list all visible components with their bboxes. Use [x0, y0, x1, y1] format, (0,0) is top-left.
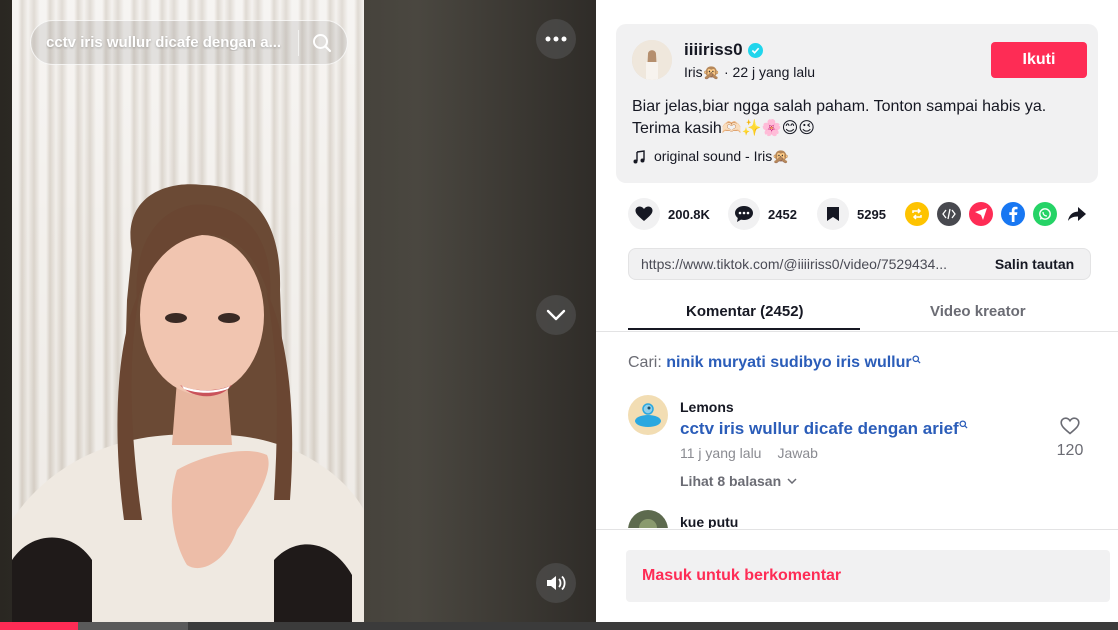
- search-suggestion[interactable]: Cari: ninik muryati sudibyo iris wullur: [628, 354, 921, 372]
- reply-button[interactable]: Jawab: [777, 445, 817, 461]
- video-frame[interactable]: [12, 0, 364, 622]
- comment-item: Lemons cctv iris wullur dicafe dengan ar…: [628, 395, 1098, 495]
- comment-like-count: 120: [1056, 442, 1084, 459]
- verified-badge-icon: [747, 42, 763, 58]
- heart-icon[interactable]: [628, 198, 660, 230]
- comment-item: kue putu: [628, 510, 1098, 528]
- video-link-box: https://www.tiktok.com/@iiiiriss0/video/…: [628, 248, 1091, 280]
- video-progress-bar[interactable]: [0, 622, 1118, 630]
- author-username-row[interactable]: iiiiriss0: [684, 40, 763, 60]
- more-icon: [545, 36, 567, 42]
- comment-count: 2452: [768, 206, 797, 222]
- video-search-bar[interactable]: cctv iris wullur dicafe dengan a...: [30, 20, 348, 65]
- author-info-card: iiiiriss0 Iris🙊 · 22 j yang lalu Ikuti B…: [616, 24, 1098, 183]
- comment-footer: Masuk untuk berkomentar: [596, 529, 1118, 622]
- facebook-icon[interactable]: [1001, 202, 1025, 226]
- comment-username[interactable]: kue putu: [680, 514, 738, 528]
- chevron-down-icon: [546, 309, 566, 321]
- save-button[interactable]: 5295: [817, 198, 886, 230]
- comment-like-button[interactable]: 120: [1050, 417, 1090, 460]
- video-url[interactable]: https://www.tiktok.com/@iiiiriss0/video/…: [629, 256, 979, 272]
- search-icon[interactable]: [299, 20, 345, 65]
- video-person-image: [12, 184, 364, 622]
- bookmark-icon[interactable]: [817, 198, 849, 230]
- sound-link[interactable]: original sound - Iris🙊: [632, 148, 790, 165]
- whatsapp-icon[interactable]: [1033, 202, 1057, 226]
- heart-outline-icon[interactable]: [1060, 417, 1080, 435]
- video-search-query[interactable]: cctv iris wullur dicafe dengan a...: [46, 34, 294, 51]
- comment-bubble-icon[interactable]: [728, 198, 760, 230]
- copy-link-button[interactable]: Salin tautan: [979, 256, 1090, 272]
- author-username[interactable]: iiiiriss0: [684, 40, 743, 60]
- send-icon[interactable]: [969, 202, 993, 226]
- active-tab-underline: [628, 328, 860, 330]
- search-suggestion-query[interactable]: ninik muryati sudibyo iris wullur: [666, 354, 911, 371]
- details-panel: iiiiriss0 Iris🙊 · 22 j yang lalu Ikuti B…: [596, 0, 1118, 622]
- post-caption: Biar jelas,biar ngga salah paham. Tonton…: [632, 98, 1047, 137]
- search-icon[interactable]: [912, 355, 921, 364]
- save-count: 5295: [857, 206, 886, 222]
- author-display-name: Iris🙊: [684, 64, 721, 80]
- like-count: 200.8K: [668, 206, 710, 222]
- dot-separator: ·: [723, 64, 733, 80]
- chevron-down-icon: [787, 478, 797, 484]
- comment-text-link[interactable]: cctv iris wullur dicafe dengan arief: [680, 419, 959, 438]
- avatar[interactable]: [628, 395, 668, 435]
- comment-text[interactable]: cctv iris wullur dicafe dengan arief: [680, 419, 968, 439]
- repost-icon[interactable]: [905, 202, 929, 226]
- embed-icon[interactable]: [937, 202, 961, 226]
- post-time: 22 j yang lalu: [732, 64, 816, 80]
- volume-icon: [547, 575, 566, 591]
- sound-name[interactable]: original sound - Iris🙊: [654, 148, 790, 165]
- comment-button[interactable]: 2452: [728, 198, 797, 230]
- author-subline: Iris🙊 · 22 j yang lalu: [684, 64, 815, 81]
- more-options-button[interactable]: [536, 19, 576, 59]
- comment-meta: 11 j yang lalu Jawab: [680, 445, 818, 461]
- progress-buffer: [74, 622, 188, 630]
- volume-button[interactable]: [536, 563, 576, 603]
- share-arrow-icon[interactable]: [1065, 202, 1089, 226]
- tab-bar: Komentar (2452) Video kreator: [596, 296, 1118, 332]
- view-replies-label[interactable]: Lihat 8 balasan: [680, 473, 781, 489]
- like-button[interactable]: 200.8K: [628, 198, 710, 230]
- view-replies-button[interactable]: Lihat 8 balasan: [680, 473, 797, 489]
- comment-time: 11 j yang lalu: [680, 445, 762, 461]
- next-video-button[interactable]: [536, 295, 576, 335]
- tab-comments[interactable]: Komentar (2452): [686, 303, 804, 320]
- avatar[interactable]: [632, 40, 672, 80]
- music-note-icon: [633, 149, 645, 163]
- search-suggestion-prefix: Cari:: [628, 354, 662, 371]
- action-bar: 200.8K 2452 5295: [628, 198, 1098, 230]
- follow-button[interactable]: Ikuti: [991, 42, 1087, 78]
- login-to-comment-button[interactable]: Masuk untuk berkomentar: [626, 550, 1110, 602]
- avatar[interactable]: [628, 510, 668, 528]
- comment-username[interactable]: Lemons: [680, 399, 734, 415]
- video-player[interactable]: cctv iris wullur dicafe dengan a...: [0, 0, 596, 622]
- search-icon[interactable]: [959, 420, 968, 429]
- progress-fill: [0, 622, 79, 630]
- comment-list[interactable]: Cari: ninik muryati sudibyo iris wullur …: [596, 332, 1118, 528]
- tab-creator-videos[interactable]: Video kreator: [930, 303, 1026, 320]
